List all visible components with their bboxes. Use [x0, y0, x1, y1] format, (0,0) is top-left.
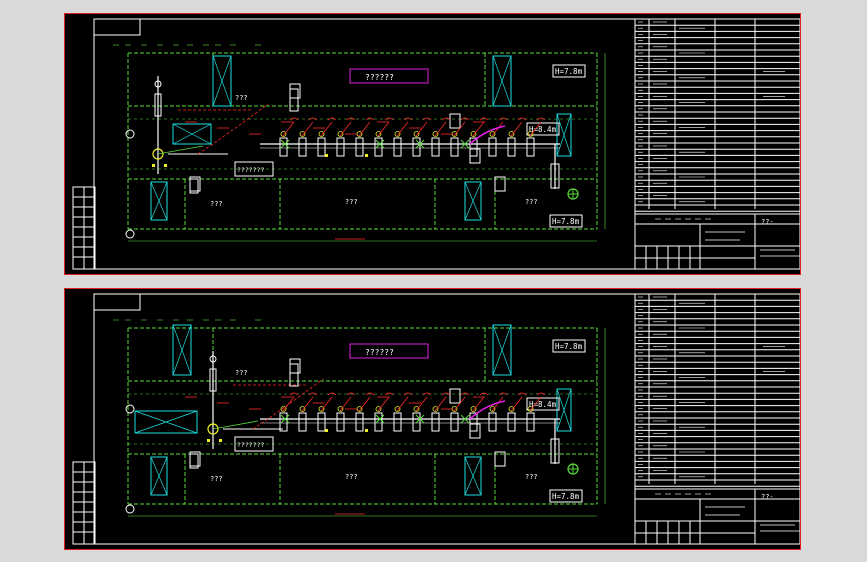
callout-mark	[422, 392, 432, 396]
process-unit	[526, 137, 535, 157]
column-icon	[125, 129, 135, 139]
callout-mark	[403, 392, 413, 396]
sheet-number: ??-	[761, 493, 774, 501]
process-unit	[298, 412, 307, 432]
height-tag: H=7.8m	[555, 67, 583, 76]
process-banner-text: ??????	[365, 348, 394, 357]
leader-line	[320, 396, 333, 412]
leader-line	[301, 396, 314, 412]
leader-line	[358, 121, 371, 137]
process-unit	[507, 137, 516, 157]
room-label: ???	[235, 94, 248, 102]
process-banner-text: ??????	[365, 73, 394, 82]
callout-mark	[308, 117, 318, 121]
duct-dashed	[197, 103, 269, 155]
height-tag: H=7.8m	[552, 492, 580, 501]
process-unit	[317, 412, 326, 432]
leader-line	[396, 121, 409, 137]
process-unit	[298, 137, 307, 157]
callout-mark	[517, 392, 527, 396]
process-unit	[526, 412, 535, 432]
process-unit	[393, 412, 402, 432]
marker	[325, 154, 328, 157]
process-unit	[431, 137, 440, 157]
callout-mark	[289, 392, 299, 396]
leader-line	[510, 396, 523, 412]
leader-line	[358, 396, 371, 412]
leader-line	[301, 121, 314, 137]
leader-line	[415, 121, 428, 137]
leader-line	[377, 121, 390, 137]
process-unit	[336, 412, 345, 432]
callout-mark	[308, 392, 318, 396]
magenta-transfer	[469, 125, 506, 145]
transfer-line	[212, 420, 259, 430]
process-unit	[431, 412, 440, 432]
magenta-transfer	[469, 400, 506, 420]
column-icon	[125, 229, 135, 239]
marker	[219, 439, 222, 442]
process-unit	[488, 137, 497, 157]
equipment-label: ???????	[237, 441, 264, 449]
marker	[325, 429, 328, 432]
leader-line	[282, 396, 295, 412]
cad-drawing-top: ??-??????H=7.8mH=8.4mH=7.8m?????????????…	[72, 18, 800, 270]
process-unit	[507, 412, 516, 432]
height-tag: H=7.8m	[555, 342, 583, 351]
callout-mark	[517, 117, 527, 121]
process-unit	[488, 412, 497, 432]
callout-mark	[536, 392, 546, 396]
marker	[365, 429, 368, 432]
process-unit	[355, 412, 364, 432]
leader-line	[377, 396, 390, 412]
room-label: ???	[345, 198, 358, 206]
process-unit	[393, 137, 402, 157]
motor-box	[449, 388, 461, 404]
transfer-line	[157, 145, 204, 155]
process-unit	[450, 137, 459, 157]
cad-drawing-bottom: ??-??????H=7.8mH=8.4mH=7.8m?????????????…	[72, 293, 800, 545]
equipment-label: ???????	[237, 166, 264, 174]
marker	[207, 439, 210, 442]
top-left-tag-box	[93, 18, 141, 36]
drawing-sheet-top: ??-?????? H=7.8m H=8.4m H=7.8m?????????????…	[64, 13, 801, 275]
upper-device	[289, 363, 299, 387]
process-unit	[450, 412, 459, 432]
marker	[164, 164, 167, 167]
callout-mark	[289, 117, 299, 121]
marker	[365, 154, 368, 157]
callout-mark	[422, 117, 432, 121]
room-label: ???	[210, 200, 223, 208]
process-unit	[317, 137, 326, 157]
room-label: ???	[525, 473, 538, 481]
room-label: ???	[525, 198, 538, 206]
leader-line	[320, 121, 333, 137]
height-tag: H=7.8m	[552, 217, 580, 226]
leader-line	[415, 396, 428, 412]
room-label: ???	[235, 369, 248, 377]
room-label: ???	[210, 475, 223, 483]
column-icon	[125, 504, 135, 514]
leader-line	[282, 121, 295, 137]
drawing-sheet-bottom: ??-?????? H=7.8m H=8.4m H=7.8m?????????????…	[64, 288, 801, 550]
motor-box	[449, 113, 461, 129]
callout-mark	[403, 117, 413, 121]
process-unit	[336, 137, 345, 157]
column-icon	[125, 404, 135, 414]
leader-line	[510, 121, 523, 137]
callout-mark	[536, 117, 546, 121]
upper-device	[289, 88, 299, 112]
top-left-tag-box	[93, 293, 141, 311]
sheet-number: ??-	[761, 218, 774, 226]
marker	[152, 164, 155, 167]
process-unit	[355, 137, 364, 157]
leader-line	[396, 396, 409, 412]
room-label: ???	[345, 473, 358, 481]
